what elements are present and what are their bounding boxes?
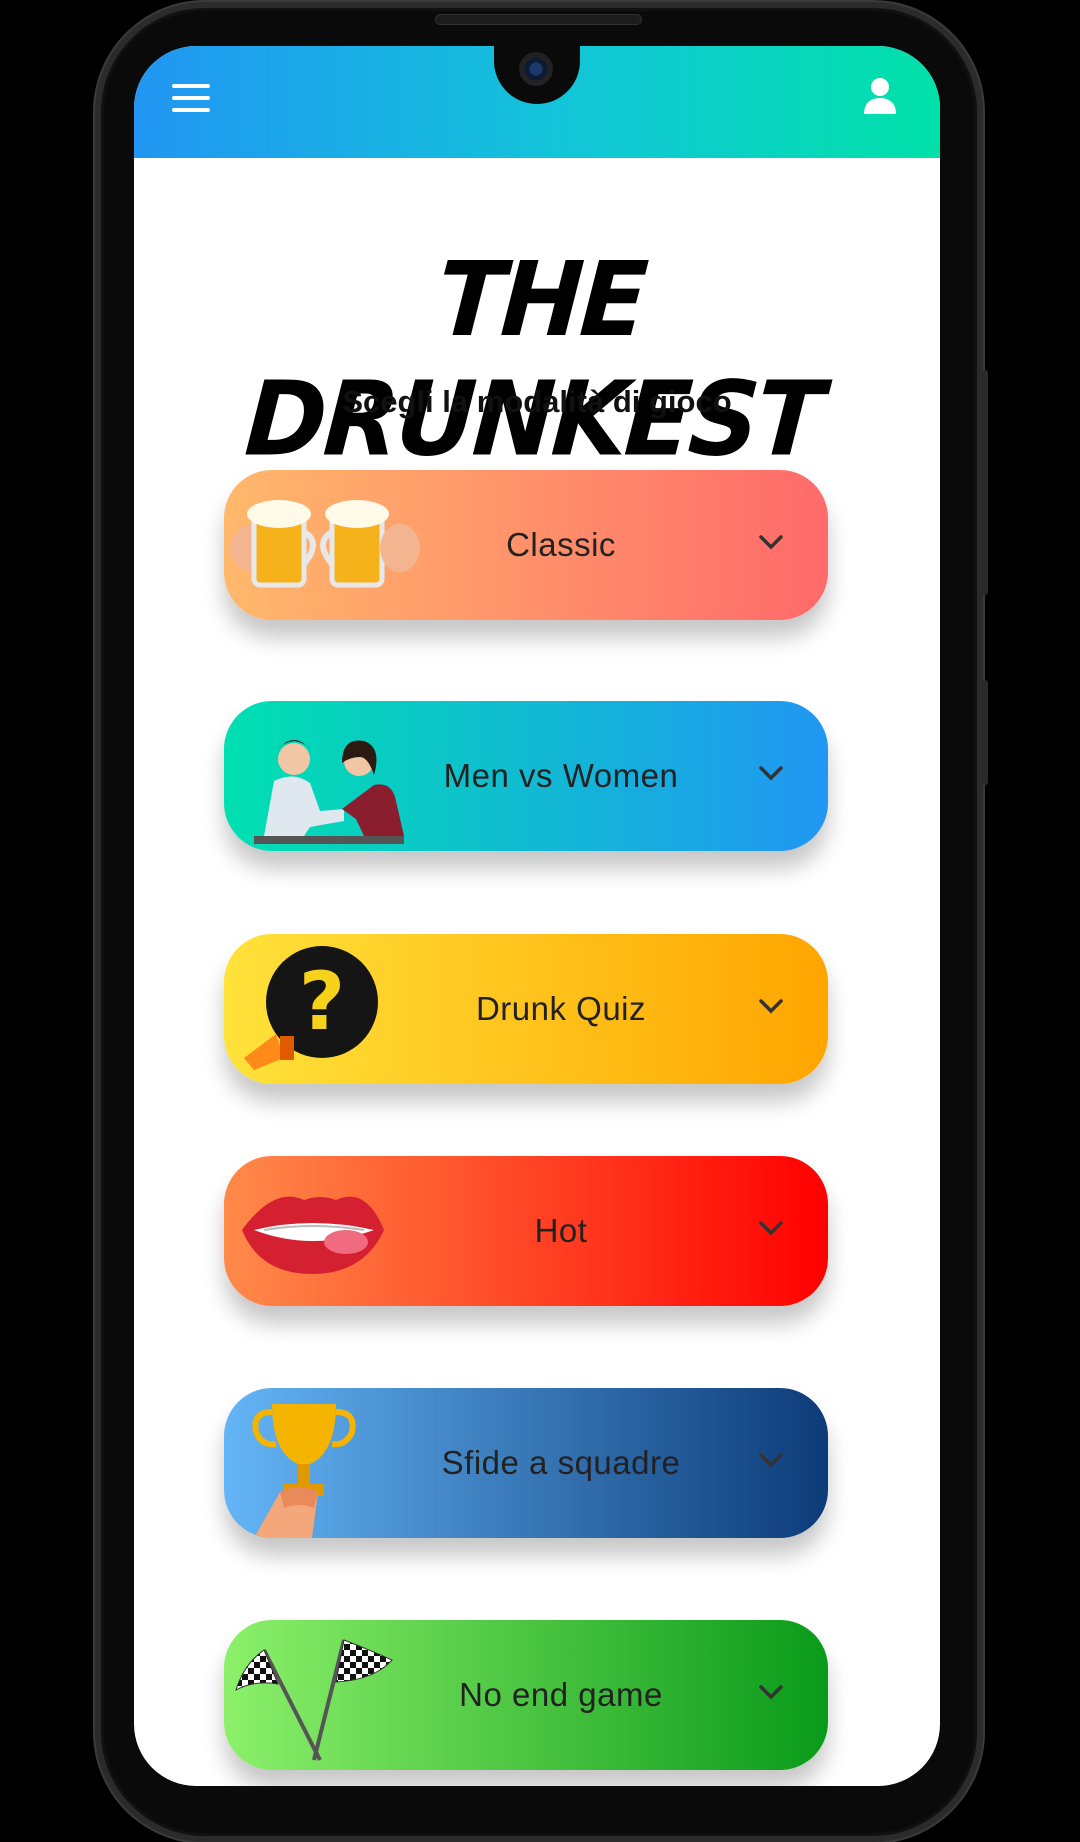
mode-card-sfide-a-squadre[interactable]: Sfide a squadre	[224, 1388, 828, 1538]
phone-volume-button	[980, 370, 988, 595]
mode-label: Hot	[534, 1212, 588, 1249]
hamburger-menu-icon[interactable]	[172, 84, 210, 112]
mode-card-men-vs-women[interactable]: Men vs Women	[224, 701, 828, 851]
chevron-down-icon	[759, 535, 783, 550]
user-icon[interactable]	[862, 76, 898, 116]
mode-card-classic[interactable]: Classic	[224, 470, 828, 620]
app-screen: THE DRUNKEST Scegli la modalità di gioco…	[134, 46, 940, 1786]
page-subtitle: Scegli la modalità di gioco	[342, 384, 732, 419]
chevron-down-icon	[759, 1685, 783, 1700]
mode-card-hot[interactable]: Hot	[224, 1156, 828, 1306]
chevron-down-icon	[759, 999, 783, 1014]
phone-power-button	[980, 680, 988, 785]
phone-speaker	[435, 14, 642, 25]
chevron-down-icon	[759, 766, 783, 781]
mode-card-no-end-game[interactable]: No end game	[224, 1620, 828, 1770]
mode-label: No end game	[459, 1676, 663, 1713]
svg-text:?: ?	[299, 955, 345, 1048]
app-title: THE DRUNKEST	[241, 240, 825, 480]
mode-label: Drunk Quiz	[475, 990, 647, 1027]
mode-label: Classic	[506, 526, 616, 563]
mode-label: Men vs Women	[443, 757, 679, 794]
chevron-down-icon	[759, 1221, 783, 1236]
mode-card-drunk-quiz[interactable]: ? Drunk Quiz	[224, 934, 828, 1084]
mode-label: Sfide a squadre	[441, 1444, 681, 1481]
chevron-down-icon	[759, 1453, 783, 1468]
front-camera	[519, 52, 553, 86]
